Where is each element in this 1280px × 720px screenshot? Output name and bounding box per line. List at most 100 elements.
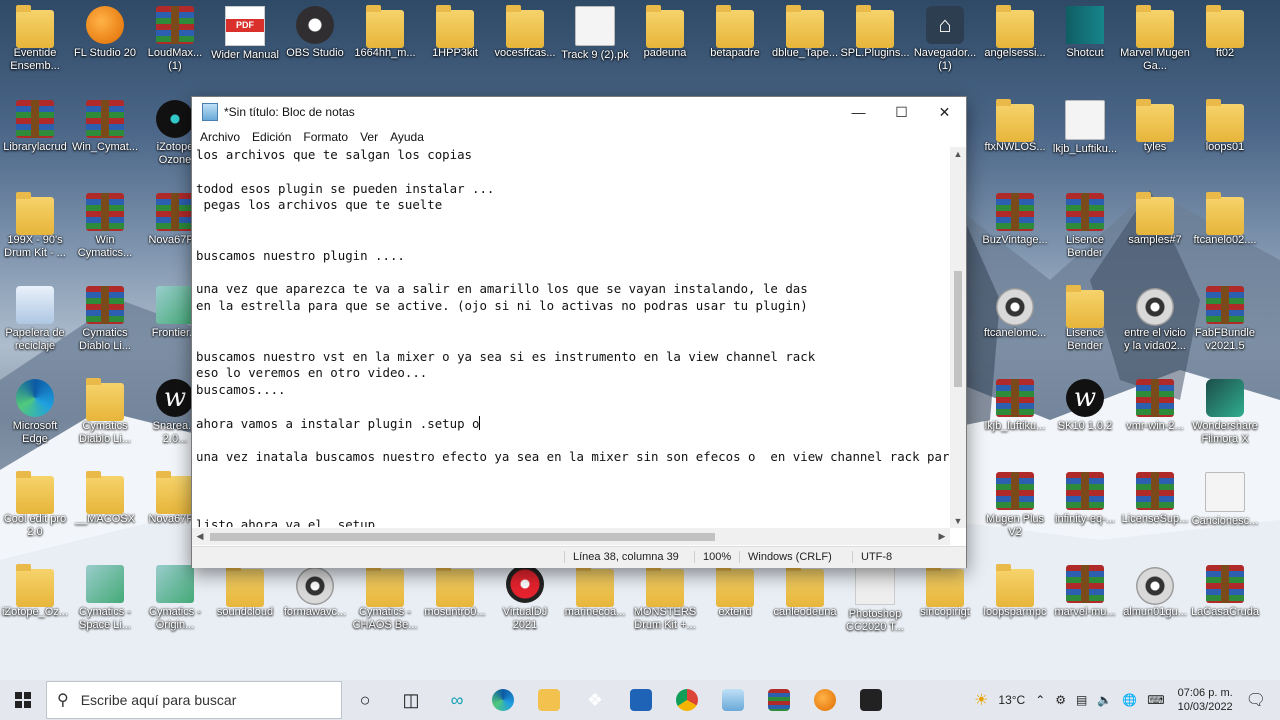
desktop-icon[interactable]: vmr-win-2... — [1120, 379, 1190, 433]
maximize-button[interactable]: ☐ — [880, 97, 923, 127]
desktop-icon[interactable]: BuzVintage... — [980, 193, 1050, 247]
desktop-icon[interactable]: almun01gu... — [1120, 565, 1190, 619]
minimize-button[interactable]: — — [837, 97, 880, 127]
desktop-icon[interactable]: extend — [700, 564, 770, 619]
vertical-scrollbar[interactable]: ▲ ▼ — [950, 147, 966, 528]
clock[interactable]: 07:06 p. m. 10/03/2022 — [1170, 686, 1241, 714]
desktop-icon[interactable]: 199X - 90's Drum Kit - ... — [0, 192, 70, 260]
desktop-icon[interactable]: Cymatics - Space Li... — [70, 565, 140, 632]
desktop-icon[interactable]: loops01 — [1190, 99, 1260, 154]
desktop-icon[interactable]: mosuntro0... — [420, 564, 490, 619]
file-explorer-icon[interactable] — [526, 680, 572, 720]
tray-apps-icon[interactable]: ⚙ — [1050, 693, 1071, 707]
cortana-icon[interactable]: ○ — [342, 680, 388, 720]
desktop-icon[interactable]: vocesffcas... — [490, 5, 560, 60]
desktop-icon[interactable]: ftxNWLOS... — [980, 99, 1050, 154]
menu-ver[interactable]: Ver — [354, 130, 384, 144]
chevron-up-icon[interactable]: ⌃ — [1030, 693, 1050, 707]
desktop-icon[interactable]: Cymatics Diablo Li... — [70, 378, 140, 446]
desktop-icon[interactable]: loopsparmpc — [980, 564, 1050, 619]
weather-icon[interactable]: ☀ — [969, 690, 993, 710]
desktop-icon[interactable]: __MACOSX — [70, 471, 140, 526]
network-icon[interactable]: ▤ — [1071, 693, 1092, 707]
desktop-icon[interactable]: lkjb_luftiku... — [980, 379, 1050, 433]
horizontal-scroll-thumb[interactable] — [210, 533, 715, 541]
weather-temp[interactable]: 13°C — [993, 693, 1030, 707]
desktop-icon[interactable]: dblue_Tape... — [770, 5, 840, 60]
keyboard-icon[interactable]: ⌨ — [1142, 693, 1169, 707]
desktop-icon[interactable]: samples#7 — [1120, 192, 1190, 247]
app-taskbar-icon[interactable] — [848, 680, 894, 720]
desktop-icon[interactable]: Cool edit pro 2.0 — [0, 471, 70, 539]
title-bar[interactable]: *Sin título: Bloc de notas — ☐ ✕ — [192, 97, 966, 127]
desktop-icon[interactable]: infinity-eq-... — [1050, 472, 1120, 526]
desktop-icon[interactable]: Shotcut — [1050, 6, 1120, 60]
notepad-window[interactable]: *Sin título: Bloc de notas — ☐ ✕ Archivo… — [191, 96, 967, 568]
desktop-icon[interactable]: Cymatics Diablo Li... — [70, 286, 140, 353]
desktop-icon[interactable]: ftcanelo02.... — [1190, 192, 1260, 247]
desktop-icon[interactable]: Wondershare Filmora X — [1190, 379, 1260, 446]
desktop-icon[interactable]: ftcanelomc... — [980, 286, 1050, 340]
desktop-icon[interactable]: Lisence Bender — [1050, 285, 1120, 353]
notepad-taskbar-icon[interactable] — [710, 680, 756, 720]
desktop-icon[interactable]: Librarylacrud — [0, 100, 70, 154]
desktop-icon[interactable]: Cymatics - Origin... — [140, 565, 210, 632]
desktop-icon[interactable]: angelsessi... — [980, 5, 1050, 60]
desktop-icon[interactable]: Microsoft Edge — [0, 379, 70, 446]
desktop-icon[interactable]: Wider Manual — [210, 6, 280, 62]
desktop-icon[interactable]: Marvel Mugen Ga... — [1120, 5, 1190, 73]
desktop-icon[interactable]: iZotope_Oz... — [0, 564, 70, 619]
desktop-icon[interactable]: w SK10 1.0.2 — [1050, 379, 1120, 433]
mail-icon[interactable] — [618, 680, 664, 720]
notifications-icon[interactable]: 🗨 — [1241, 690, 1280, 710]
menu-archivo[interactable]: Archivo — [194, 130, 246, 144]
desktop-icon[interactable]: LaCasaCruda — [1190, 565, 1260, 619]
volume-icon[interactable]: 🔈 — [1092, 693, 1117, 707]
desktop-icon[interactable]: canleodeuna — [770, 564, 840, 619]
desktop-icon[interactable]: VirtualDJ 2021 — [490, 565, 560, 632]
taskbar-search-box[interactable]: ⚲ Escribe aquí para buscar — [46, 681, 342, 719]
desktop-icon[interactable]: formawavc... — [280, 565, 350, 619]
desktop-icon[interactable]: sincopirigt — [910, 564, 980, 619]
desktop-icon[interactable]: LicenseSup... — [1120, 472, 1190, 526]
desktop-icon[interactable]: tyles — [1120, 99, 1190, 154]
desktop-icon[interactable]: 1HPP3kit — [420, 5, 490, 60]
start-button[interactable] — [0, 680, 46, 720]
edge-taskbar-icon[interactable] — [480, 680, 526, 720]
desktop-icon[interactable]: FabFBundle v2021.5 — [1190, 286, 1260, 353]
winrar-taskbar-icon[interactable] — [756, 680, 802, 720]
desktop-icon[interactable]: Cancionesc... — [1190, 472, 1260, 528]
scroll-up-icon[interactable]: ▲ — [950, 149, 966, 159]
desktop-icon[interactable]: lkjb_Luftiku... — [1050, 100, 1120, 156]
desktop-icon[interactable]: marinecoa... — [560, 564, 630, 619]
globe-icon[interactable]: 🌐 — [1117, 693, 1142, 707]
desktop-icon[interactable]: 1664hh_m... — [350, 5, 420, 60]
desktop-icon[interactable]: FL Studio 20 — [70, 6, 140, 60]
desktop-icon[interactable]: entre el vicio y la vida02... — [1120, 286, 1190, 353]
fl-studio-taskbar-icon[interactable] — [802, 680, 848, 720]
scroll-right-icon[interactable]: ▶ — [934, 531, 950, 542]
desktop-icon[interactable]: Track 9 (2).pk — [560, 6, 630, 62]
chrome-icon[interactable] — [664, 680, 710, 720]
task-view-icon[interactable]: ◫ — [388, 680, 434, 720]
desktop-icon[interactable]: Eventide Ensemb... — [0, 5, 70, 73]
scroll-down-icon[interactable]: ▼ — [950, 516, 966, 526]
infinity-app-icon[interactable]: ∞ — [434, 680, 480, 720]
desktop-icon[interactable]: Win Cymatics... — [70, 193, 140, 260]
desktop-icon[interactable]: Photoshop CC2020 T... — [840, 565, 910, 634]
desktop-icon[interactable]: marvel-mu... — [1050, 565, 1120, 619]
dropbox-icon[interactable]: ❖ — [572, 680, 618, 720]
desktop-icon[interactable]: Lisence Bender — [1050, 193, 1120, 260]
desktop-icon[interactable]: ft02 — [1190, 5, 1260, 60]
desktop-icon[interactable]: soundcloud — [210, 564, 280, 619]
menu-edicion[interactable]: Edición — [246, 130, 297, 144]
desktop-icon[interactable]: ⌂ Navegador... (1) — [910, 6, 980, 73]
desktop-icon[interactable]: betapadre — [700, 5, 770, 60]
menu-ayuda[interactable]: Ayuda — [384, 130, 430, 144]
text-editor[interactable]: los archivos que te salgan los copias tod… — [192, 147, 954, 527]
desktop-icon[interactable]: MONSTERS Drum Kit +... — [630, 564, 700, 632]
close-button[interactable]: ✕ — [923, 97, 966, 127]
desktop-icon[interactable]: padeuna — [630, 5, 700, 60]
desktop-icon[interactable]: LoudMax... (1) — [140, 6, 210, 73]
vertical-scroll-thumb[interactable] — [954, 271, 962, 387]
